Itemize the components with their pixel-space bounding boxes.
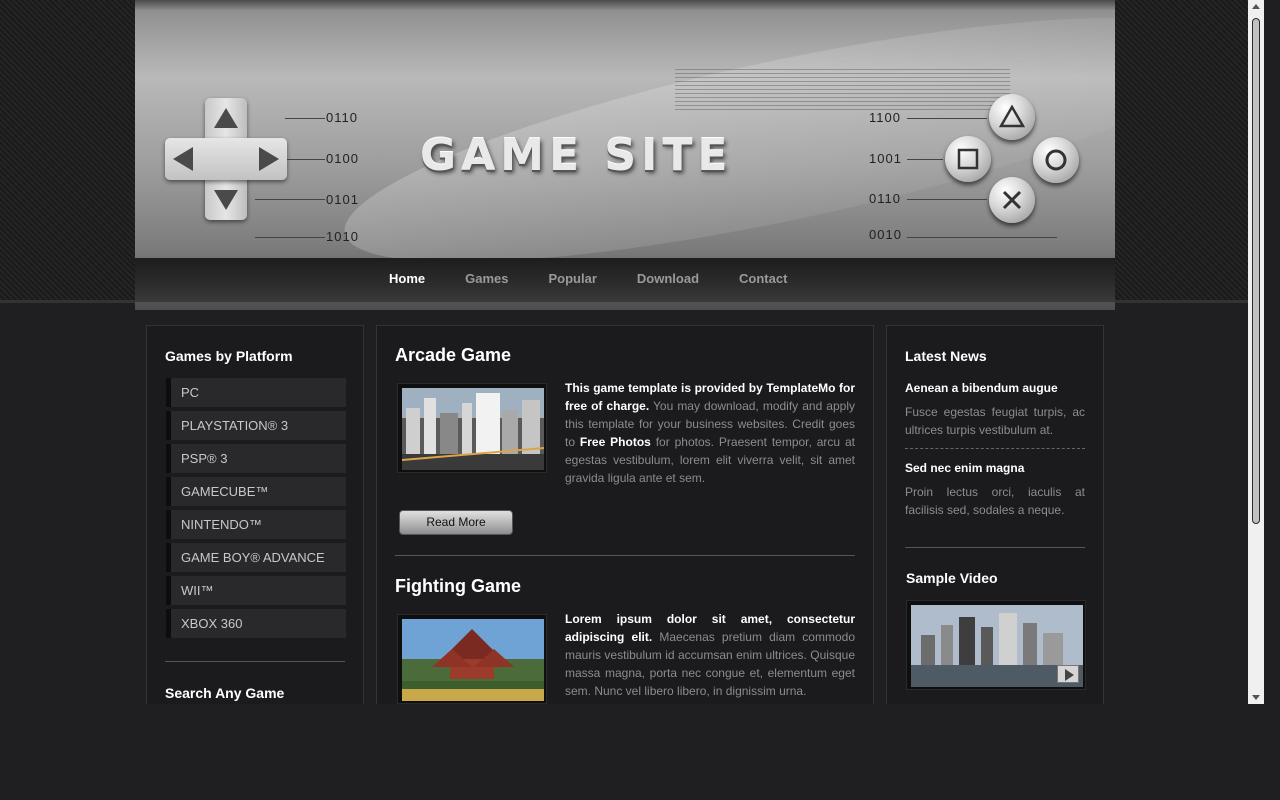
platform-gameboy-advance[interactable]: GAME BOY® ADVANCE [166, 543, 346, 572]
scrollbar-thumb[interactable] [1252, 18, 1260, 524]
arrow-left-icon [173, 147, 193, 171]
page-scrollbar[interactable] [1248, 0, 1264, 704]
left-code-2: 0100 [326, 151, 359, 166]
post-divider [395, 555, 855, 556]
right-code-2: 1001 [869, 151, 902, 166]
window-gutter [1264, 0, 1280, 704]
post-title-fighting[interactable]: Fighting Game [395, 576, 521, 597]
page-viewport: 0110 0100 0101 1010 GAME SITE 1100 1001 … [0, 0, 1248, 704]
left-code-1: 0110 [326, 110, 358, 125]
left-sidebar: Games by Platform PC PLAYSTATION® 3 PSP®… [146, 325, 364, 704]
platform-gamecube[interactable]: GAMECUBE™ [166, 477, 346, 506]
post-body-arcade: This game template is provided by Templa… [565, 379, 855, 487]
left-code-4: 1010 [326, 229, 359, 244]
free-photos-link[interactable]: Free Photos [580, 435, 651, 449]
sample-video-player[interactable] [906, 600, 1086, 690]
platform-wii[interactable]: WII™ [166, 576, 346, 605]
post-thumbnail-arcade[interactable] [397, 383, 547, 473]
news-text-2: Proin lectus orci, iaculis at facilisis … [905, 485, 1085, 517]
search-heading: Search Any Game [165, 685, 285, 701]
nav-games[interactable]: Games [465, 271, 508, 286]
main-content: Arcade Game This game template is provid… [376, 325, 874, 704]
nav-popular[interactable]: Popular [549, 271, 597, 286]
site-logo[interactable]: GAME SITE [420, 130, 732, 181]
platform-psp-3[interactable]: PSP® 3 [166, 444, 346, 473]
right-sidebar: Latest News Aenean a bibendum augue Fusc… [886, 325, 1104, 704]
platform-list: PC PLAYSTATION® 3 PSP® 3 GAMECUBE™ NINTE… [166, 378, 346, 642]
nav-contact[interactable]: Contact [739, 271, 787, 286]
post-thumbnail-fighting[interactable] [397, 614, 547, 704]
dpad-icon [165, 98, 287, 220]
scroll-up-icon[interactable] [1252, 4, 1260, 9]
right-code-3: 0110 [869, 191, 901, 206]
square-icon [945, 136, 991, 182]
arrow-up-icon [214, 108, 238, 128]
site-header: 0110 0100 0101 1010 GAME SITE 1100 1001 … [135, 0, 1115, 310]
left-code-3: 0101 [326, 192, 359, 207]
header-top-bar [135, 0, 1115, 10]
circle-icon [1033, 137, 1079, 183]
platform-pc[interactable]: PC [166, 378, 346, 407]
arrow-down-icon [214, 190, 238, 210]
triangle-icon [989, 94, 1035, 140]
play-icon[interactable] [1057, 665, 1079, 683]
news-heading: Latest News [905, 348, 987, 364]
news-title-2[interactable]: Sed nec enim magna [905, 461, 1024, 475]
platform-nintendo[interactable]: NINTENDO™ [166, 510, 346, 539]
news-title-1[interactable]: Aenean a bibendum augue [905, 381, 1058, 395]
news-text-1: Fusce egestas feugiat turpis, ac ultrice… [905, 405, 1085, 437]
post-title-arcade[interactable]: Arcade Game [395, 345, 511, 366]
video-divider [905, 547, 1085, 548]
video-heading: Sample Video [906, 570, 998, 586]
sidebar-divider [165, 661, 345, 662]
platform-playstation-3[interactable]: PLAYSTATION® 3 [166, 411, 346, 440]
nav-home[interactable]: Home [389, 271, 425, 286]
nav-download[interactable]: Download [637, 271, 699, 286]
scroll-down-icon[interactable] [1252, 695, 1260, 700]
read-more-button[interactable]: Read More [399, 510, 513, 535]
header-noise-texture [675, 68, 1010, 110]
right-code-1: 1100 [869, 110, 901, 125]
arrow-right-icon [259, 147, 279, 171]
platform-xbox-360[interactable]: XBOX 360 [166, 609, 346, 638]
platforms-heading: Games by Platform [165, 348, 293, 364]
main-navigation: Home Games Popular Download Contact [135, 258, 1115, 302]
right-code-4: 0010 [869, 227, 902, 242]
news-divider [905, 448, 1085, 449]
post-body-fighting: Lorem ipsum dolor sit amet, consectetur … [565, 610, 855, 700]
cross-icon [989, 177, 1035, 223]
